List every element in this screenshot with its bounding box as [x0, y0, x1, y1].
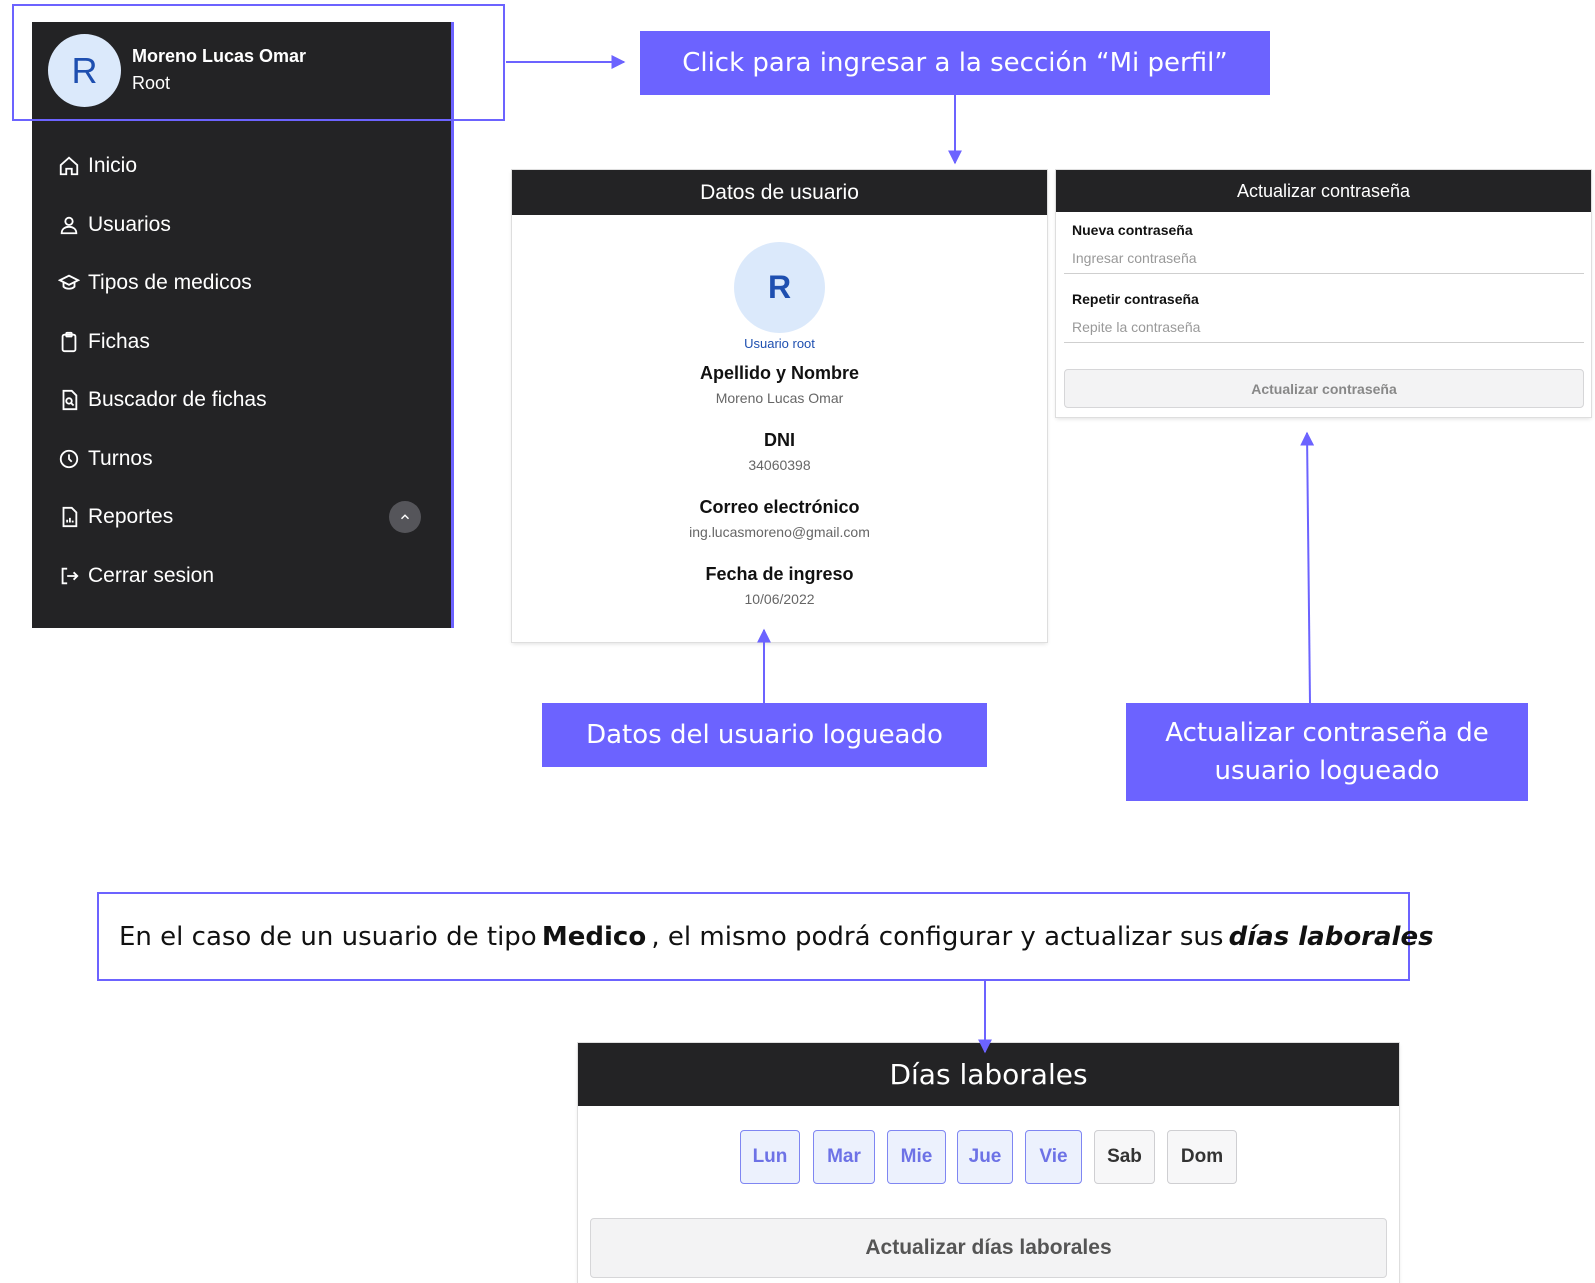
sidebar-item-label: Cerrar sesion — [88, 563, 215, 587]
field-value-date: 10/06/2022 — [744, 591, 815, 607]
role-caption: Usuario root — [744, 336, 815, 351]
medico-note: En el caso de un usuario de tipo Medico, … — [97, 892, 1434, 981]
graduation-cap-icon — [57, 272, 81, 294]
field-value-email: ing.lucasmoreno@gmail.com — [689, 524, 870, 540]
sidebar-item-label: Tipos de medicos — [88, 271, 252, 295]
day-button-jue[interactable]: Jue — [957, 1130, 1013, 1184]
day-button-lun[interactable]: Lun — [740, 1130, 800, 1184]
day-button-vie[interactable]: Vie — [1025, 1130, 1082, 1184]
password-callout: Actualizar contraseña de usuario loguead… — [1126, 703, 1528, 801]
day-button-mie[interactable]: Mie — [887, 1130, 946, 1184]
sidebar-item-cerrar-sesion[interactable]: Cerrar sesion — [32, 547, 451, 606]
day-button-sab[interactable]: Sab — [1094, 1130, 1155, 1184]
new-password-input[interactable] — [1064, 242, 1584, 274]
sidebar-item-tipos-de-medicos[interactable]: Tipos de medicos — [32, 254, 451, 313]
day-button-mar[interactable]: Mar — [813, 1130, 875, 1184]
sidebar-item-fichas[interactable]: Fichas — [32, 313, 451, 372]
arrow-password-callout-up — [1300, 431, 1315, 704]
field-value-name: Moreno Lucas Omar — [715, 390, 844, 406]
note-bold: Medico — [541, 921, 647, 952]
clipboard-icon — [58, 331, 80, 353]
sidebar-item-turnos[interactable]: Turnos — [32, 430, 451, 489]
logout-icon — [58, 565, 80, 587]
profile-highlight-frame — [12, 4, 505, 121]
user-data-callout: Datos del usuario logueado — [542, 703, 987, 767]
password-card: Actualizar contraseña Nueva contraseña R… — [1056, 170, 1591, 417]
profile-callout: Click para ingresar a la sección “Mi per… — [640, 31, 1270, 95]
user-icon — [58, 214, 80, 236]
user-data-card: Datos de usuario R Usuario root Apellido… — [512, 170, 1047, 642]
sidebar-item-label: Fichas — [88, 329, 150, 353]
new-password-label: Nueva contraseña — [1072, 222, 1193, 238]
field-label-name: Apellido y Nombre — [699, 363, 860, 383]
day-button-dom[interactable]: Dom — [1167, 1130, 1237, 1184]
sidebar-item-label: Inicio — [88, 154, 138, 178]
avatar: R — [734, 242, 825, 333]
field-label-email: Correo electrónico — [699, 497, 860, 517]
user-data-card-title: Datos de usuario — [512, 170, 1047, 215]
work-days-card-title: Días laborales — [578, 1043, 1399, 1106]
sidebar-item-label: Buscador de fichas — [88, 388, 267, 412]
field-label-dni: DNI — [764, 430, 795, 450]
sidebar-item-label: Turnos — [88, 446, 153, 470]
day-buttons: Lun Mar Mie Jue Vie Sab Dom — [578, 1130, 1399, 1184]
update-password-button[interactable]: Actualizar contraseña — [1064, 369, 1584, 408]
sidebar-item-label: Reportes — [88, 505, 174, 529]
report-icon — [58, 506, 80, 528]
search-file-icon — [58, 389, 80, 411]
chevron-up-icon[interactable] — [389, 501, 421, 534]
sidebar-item-inicio[interactable]: Inicio — [32, 137, 451, 196]
repeat-password-label: Repetir contraseña — [1072, 291, 1199, 307]
work-days-card: Días laborales Lun Mar Mie Jue Vie Sab D… — [578, 1043, 1399, 1283]
sidebar-item-usuarios[interactable]: Usuarios — [32, 196, 451, 255]
sidebar-nav: Inicio Usuarios Tipos de medicos Fichas … — [32, 137, 451, 605]
password-callout-line2: usuario logueado — [1214, 756, 1440, 786]
update-work-days-button[interactable]: Actualizar días laborales — [590, 1218, 1387, 1278]
note-text-2: , el mismo podrá configurar y actualizar… — [651, 921, 1224, 952]
password-callout-line1: Actualizar contraseña de — [1165, 718, 1489, 748]
repeat-password-input[interactable] — [1064, 311, 1584, 343]
note-italic: días laborales — [1228, 921, 1434, 952]
home-icon — [58, 155, 80, 177]
password-card-title: Actualizar contraseña — [1056, 170, 1591, 212]
sidebar-item-reportes[interactable]: Reportes — [32, 488, 451, 547]
field-label-date: Fecha de ingreso — [705, 564, 854, 584]
note-text: En el caso de un usuario de tipo — [119, 921, 537, 952]
sidebar-item-label: Usuarios — [88, 212, 171, 236]
sidebar-item-buscador-de-fichas[interactable]: Buscador de fichas — [32, 371, 451, 430]
clock-icon — [58, 448, 80, 470]
field-value-dni: 34060398 — [748, 457, 811, 473]
